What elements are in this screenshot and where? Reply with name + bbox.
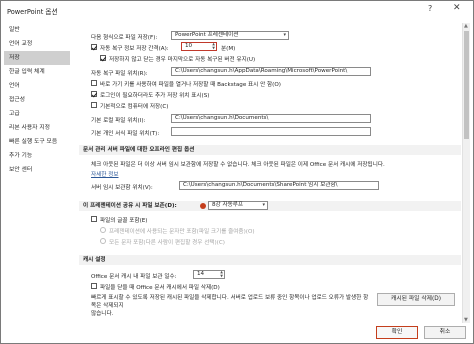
local-path-field[interactable]: C:\Users\changsun.h\Documents\	[171, 114, 371, 123]
powerpoint-options-dialog: PowerPoint 옵션 ? ✕ 일반 언어 교정 저장 한글 입력 체계 언…	[0, 0, 474, 344]
sidebar-item-trust-center[interactable]: 보안 센터	[4, 163, 70, 177]
cancel-button[interactable]: 취소	[424, 326, 466, 339]
sidebar-item-save[interactable]: 저장	[4, 51, 70, 65]
sidebar-item-general[interactable]: 일반	[4, 23, 70, 37]
server-drafts-field[interactable]: C:\Users\changsun.h\Documents\SharePoint…	[179, 181, 379, 190]
chevron-down-icon: ▾	[262, 202, 265, 208]
spin-arrows-icon: ▲ ▼	[212, 42, 215, 50]
sidebar-item-addins[interactable]: 추가 기능	[4, 149, 70, 163]
delete-cached-files-button[interactable]: 캐시된 파일 삭제(D)	[377, 293, 455, 306]
cache-description-line1: 빠르게 표시할 수 있도록 저장된 캐시된 파일을 삭제합니다. 서버로 업로드…	[91, 295, 369, 309]
scroll-up-icon[interactable]: ▲	[464, 23, 468, 29]
save-format-select[interactable]: PowerPoint 프레젠테이션 ▾	[171, 31, 289, 40]
backstage-label: 바로 가기 키를 사용하여 파일을 열거나 저장할 때 Backstage 표시…	[100, 82, 281, 88]
more-locations-label: 로그인이 필요하더라도 추가 저장 위치 표시(S)	[100, 93, 210, 99]
more-locations-checkbox[interactable]	[91, 91, 97, 97]
sidebar-item-language[interactable]: 언어	[4, 79, 70, 93]
cache-description: 빠르게 표시할 수 있도록 저장된 캐시된 파일을 삭제합니다. 서버로 업로드…	[91, 294, 371, 318]
delete-cache-on-close-label: 파일을 닫을 때 Office 문서 캐시에서 파일 삭제(D)	[100, 285, 220, 291]
sidebar-item-quick-access[interactable]: 빠른 실행 도구 모음	[4, 135, 70, 149]
sidebar-item-accessibility[interactable]: 접근성	[4, 93, 70, 107]
save-format-value: PowerPoint 프레젠테이션	[175, 32, 239, 38]
template-path-label: 기본 개인 서식 파일 위치(T):	[91, 131, 160, 137]
save-to-computer-label: 기본적으로 컴퓨터에 저장(C)	[100, 104, 169, 110]
presentation-icon	[200, 203, 206, 209]
save-format-label: 다음 형식으로 파일 저장(F):	[91, 35, 158, 41]
keep-last-version-checkbox[interactable]	[100, 55, 106, 61]
embed-fonts-checkbox[interactable]	[91, 216, 97, 222]
server-drafts-label: 서버 임시 보관함 위치(V):	[91, 185, 153, 191]
autorecover-unit: 분(M)	[221, 46, 236, 52]
spin-arrows-icon: ▲ ▼	[220, 270, 223, 278]
help-icon[interactable]: ?	[428, 4, 432, 13]
fidelity-header: 이 프레젠테이션 공유 시 파일 보존(D):	[79, 201, 461, 211]
sidebar-item-ime[interactable]: 한글 입력 체계	[4, 65, 70, 79]
sidebar-item-advanced[interactable]: 고급	[4, 107, 70, 121]
cache-days-stepper[interactable]: 14 ▲ ▼	[193, 270, 225, 279]
ok-button[interactable]: 확인	[376, 326, 418, 339]
chevron-down-icon: ▾	[283, 32, 286, 38]
autorecover-path-label: 자동 복구 파일 위치(R):	[91, 71, 148, 77]
autorecover-label: 자동 복구 정보 저장 간격(A):	[100, 46, 169, 52]
embed-used-radio[interactable]	[100, 227, 106, 233]
autorecover-minutes-stepper[interactable]: 10 ▲ ▼	[181, 42, 217, 51]
presentation-select[interactable]: 8강 자동루프 ▾	[208, 201, 268, 210]
save-options-panel: 다음 형식으로 파일 저장(F): PowerPoint 프레젠테이션 ▾ 자동…	[75, 23, 463, 323]
title-bar: PowerPoint 옵션 ? ✕	[1, 1, 473, 19]
sidebar-item-proofing[interactable]: 언어 교정	[4, 37, 70, 51]
cache-days-label: Office 문서 캐시 내 파일 보관 일수:	[91, 274, 177, 280]
autorecover-path-field[interactable]: C:\Users\changsun.h\AppData\Roaming\Micr…	[171, 67, 371, 76]
embed-used-label: 프레젠테이션에 사용되는 문자만 포함(파일 크기를 줄여줌)(O)	[109, 229, 255, 235]
cache-days-value: 14	[197, 271, 205, 277]
sidebar-item-customize-ribbon[interactable]: 리본 사용자 지정	[4, 121, 70, 135]
close-icon[interactable]: ✕	[453, 3, 461, 13]
window-title: PowerPoint 옵션	[7, 8, 58, 16]
more-info-link[interactable]: 자세한 정보	[91, 170, 119, 178]
scroll-down-icon[interactable]: ▼	[464, 317, 468, 323]
local-path-label: 기본 로컬 파일 위치(I):	[91, 118, 146, 124]
template-path-field[interactable]	[171, 127, 371, 136]
autorecover-checkbox[interactable]	[91, 44, 97, 50]
embed-fonts-label: 파일의 글꼴 포함(E)	[100, 218, 148, 224]
offline-description: 체크 아웃된 파일은 더 이상 서버 임시 보관함에 저장할 수 없습니다. 체…	[91, 162, 385, 168]
options-scrollbar[interactable]: ▲ ▼	[462, 23, 470, 323]
embed-all-label: 모든 문자 포함(다른 사람이 편집할 경우 선택)(C)	[109, 240, 225, 246]
keep-last-version-label: 저장하지 않고 닫는 경우 마지막으로 자동 복구된 버전 유지(U)	[109, 57, 256, 63]
fidelity-header-label: 이 프레젠테이션 공유 시 파일 보존(D):	[83, 203, 177, 209]
offline-editing-header: 문서 관리 서버 파일에 대한 오프라인 편집 옵션	[79, 145, 461, 155]
scroll-thumb[interactable]	[464, 31, 469, 139]
delete-cache-on-close-checkbox[interactable]	[91, 283, 97, 289]
presentation-select-value: 8강 자동루프	[212, 202, 244, 208]
cache-settings-header: 캐시 설정	[79, 255, 461, 265]
cache-description-line2: 않습니다.	[91, 311, 114, 317]
backstage-checkbox[interactable]	[91, 80, 97, 86]
save-to-computer-checkbox[interactable]	[91, 102, 97, 108]
autorecover-minutes-value: 10	[185, 43, 193, 49]
embed-all-radio[interactable]	[100, 238, 106, 244]
sidebar: 일반 언어 교정 저장 한글 입력 체계 언어 접근성 고급 리본 사용자 지정…	[4, 23, 70, 323]
